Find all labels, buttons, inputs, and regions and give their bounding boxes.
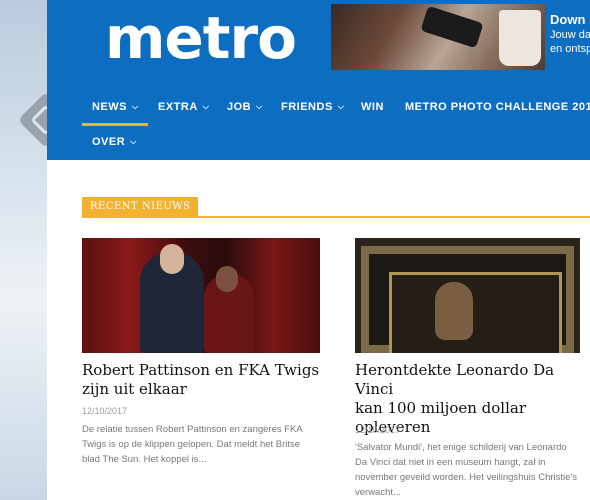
site-header: metro Down Jouw da en ontsp NEWS ⌵ EXTRA ⌵… [47, 0, 590, 160]
background-sky [0, 0, 47, 500]
person-head [216, 266, 238, 292]
article-photo [355, 238, 580, 353]
nav-label-extra: EXTRA [158, 101, 198, 113]
nav-label-win: WIN [361, 101, 384, 113]
phone-image [420, 5, 484, 49]
nav-label-photo-challenge: METRO PHOTO CHALLENGE 2017 [405, 101, 590, 113]
article-photo [82, 238, 320, 353]
article-title-line: Robert Pattinson en FKA Twigs [82, 361, 320, 379]
article-excerpt: De relatie tussen Robert Pattinson en za… [82, 422, 303, 467]
nav-active-indicator [82, 123, 148, 126]
article-excerpt: 'Salvator Mundi', het enige schilderij v… [355, 440, 577, 500]
article-date: 12/10/2017 [82, 406, 128, 416]
person-head [160, 244, 184, 274]
article-excerpt-line: verwacht... [355, 487, 401, 498]
chevron-down-icon: ⌵ [256, 102, 263, 111]
article-date: 12/10/2017 [355, 425, 401, 435]
site-page: metro Down Jouw da en ontsp NEWS ⌵ EXTRA ⌵… [47, 0, 590, 500]
ad-line-1: Jouw da [550, 29, 590, 41]
article-excerpt-line: blad The Sun. Het koppel is... [82, 454, 207, 465]
nav-item-news[interactable]: NEWS ⌵ [92, 92, 139, 123]
nav-label-over: OVER [92, 136, 126, 148]
article-excerpt-line: 'Salvator Mundi', het enige schilderij v… [355, 442, 567, 453]
section-title[interactable]: RECENT NIEUWS [82, 197, 199, 216]
nav-item-photo-challenge[interactable]: METRO PHOTO CHALLENGE 2017 [405, 92, 590, 122]
header-ad-banner[interactable]: Down Jouw da en ontsp [331, 4, 590, 70]
article-excerpt-line: Twigs is op de klippen gelopen. Dat meld… [82, 439, 301, 450]
nav-item-over[interactable]: OVER ⌵ [92, 127, 137, 158]
article-title-line: zijn uit elkaar [82, 380, 187, 398]
nav-label-friends: FRIENDS [281, 101, 333, 113]
metro-logo[interactable]: metro [105, 2, 297, 74]
ad-line-2: en ontsp [550, 43, 590, 55]
chevron-down-icon: ⌵ [202, 102, 210, 111]
ad-text-panel: Down Jouw da en ontsp [545, 4, 590, 70]
painting-canvas [389, 272, 562, 353]
article-image[interactable] [82, 238, 320, 353]
section-divider [82, 216, 590, 218]
article-image[interactable] [355, 238, 580, 353]
article-excerpt-line: november geveild worden. Het veilingshui… [355, 472, 578, 483]
section-header: RECENT NIEUWS [82, 197, 590, 218]
chevron-down-icon: ⌵ [132, 102, 139, 111]
chevron-down-icon: ⌵ [337, 102, 345, 111]
ad-photo [331, 4, 545, 70]
painting-face [435, 282, 473, 340]
coffee-cup-image [499, 10, 541, 66]
article-title-line: kan 100 miljoen dollar [355, 399, 527, 417]
ad-title: Down [550, 12, 586, 27]
nav-item-friends[interactable]: FRIENDS ⌵ [281, 92, 344, 123]
article-title-line: Herontdekte Leonardo Da Vinci [355, 361, 555, 398]
chevron-down-icon: ⌵ [130, 137, 137, 146]
nav-item-job[interactable]: JOB ⌵ [227, 92, 263, 123]
article-excerpt-line: Da Vinci dat niet in een museum hangt, z… [355, 457, 546, 468]
nav-label-news: NEWS [92, 101, 127, 113]
nav-label-job: JOB [227, 101, 252, 113]
nav-item-win[interactable]: WIN [361, 92, 384, 122]
article-title[interactable]: Robert Pattinson en FKA Twigs zijn uit e… [82, 361, 319, 399]
article-excerpt-line: De relatie tussen Robert Pattinson en za… [82, 424, 303, 435]
nav-item-extra[interactable]: EXTRA ⌵ [158, 92, 209, 123]
